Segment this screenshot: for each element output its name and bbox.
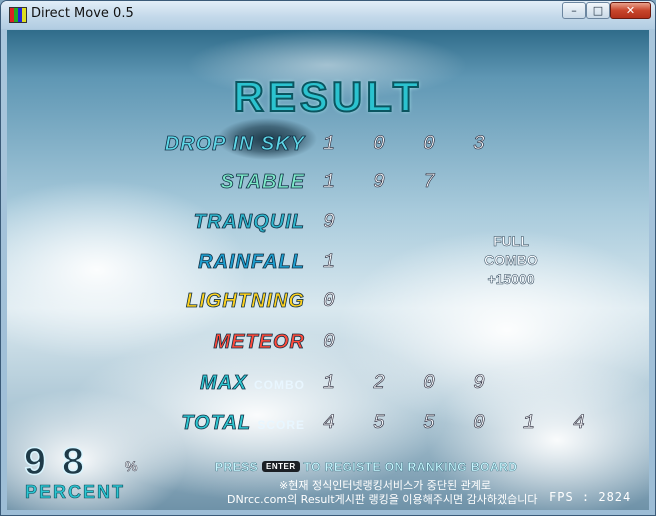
game-window: Direct Move 0.5 – □ ✕ RESULT DROP IN SKY… xyxy=(0,0,656,516)
maximize-icon: □ xyxy=(592,4,604,17)
row-label-meteor: METEOR xyxy=(213,331,305,354)
row-value-tranquil: 9 xyxy=(323,211,336,235)
row-value-total-score: 4 5 5 0 1 4 xyxy=(323,412,599,436)
result-title: RESULT xyxy=(233,72,423,121)
minimize-icon: – xyxy=(571,4,577,17)
row-value-meteor: 0 xyxy=(323,331,336,355)
percent-label: PERCENT xyxy=(25,482,126,503)
minimize-button[interactable]: – xyxy=(562,2,586,19)
fps-counter: FPS : 2824 xyxy=(549,490,632,504)
label-text: LIGHTNING xyxy=(186,290,305,313)
close-icon: ✕ xyxy=(625,4,636,17)
press-text: PRESS xyxy=(215,460,259,474)
label-small-text: SCORE xyxy=(257,418,305,432)
register-prompt: PRESS ENTER TO REGISTE ON RANKING BOARD xyxy=(215,460,517,474)
row-value-stable: 1 9 7 xyxy=(323,171,449,195)
label-text: DROP IN SKY xyxy=(164,133,305,156)
row-label-lightning: LIGHTNING xyxy=(186,290,305,313)
label-small-text: COMBO xyxy=(254,378,305,392)
enter-key-icon[interactable]: ENTER xyxy=(262,461,300,472)
row-label-stable: STABLE xyxy=(220,171,305,194)
row-label-drop-in-sky: DROP IN SKY xyxy=(164,133,305,156)
row-value-rainfall: 1 xyxy=(323,251,336,275)
label-text: MAX xyxy=(199,372,248,395)
row-value-lightning: 0 xyxy=(323,290,336,314)
window-title: Direct Move 0.5 xyxy=(31,6,134,21)
full-combo-badge: FULL COMBO +15000 xyxy=(455,232,567,289)
row-label-tranquil: TRANQUIL xyxy=(193,211,305,234)
app-icon[interactable] xyxy=(9,7,27,23)
label-text: RAINFALL xyxy=(198,251,305,274)
percent-value: 98 xyxy=(22,441,100,488)
label-text: STABLE xyxy=(220,171,305,194)
row-value-drop-in-sky: 1 0 0 3 xyxy=(323,133,499,157)
notice-line-2: DNrcc.com의 Result게시판 랭킹을 이용해주시면 감사하겠습니다 xyxy=(227,493,538,506)
close-button[interactable]: ✕ xyxy=(610,2,651,19)
maximize-button[interactable]: □ xyxy=(586,2,610,19)
label-text: TOTAL xyxy=(181,412,251,435)
full-combo-line2: COMBO xyxy=(484,252,538,269)
full-combo-bonus: +15000 xyxy=(487,271,535,288)
row-value-max-combo: 1 2 0 9 xyxy=(323,372,499,396)
game-canvas[interactable]: RESULT DROP IN SKY 1 0 0 3 STABLE 1 9 7 … xyxy=(7,30,649,510)
label-text: METEOR xyxy=(213,331,305,354)
row-label-max-combo: MAX COMBO xyxy=(200,372,305,395)
label-text: TRANQUIL xyxy=(193,211,305,234)
row-label-rainfall: RAINFALL xyxy=(198,251,305,274)
row-label-total-score: TOTAL SCORE xyxy=(181,412,305,435)
full-combo-line1: FULL xyxy=(493,233,529,250)
percent-sign: % xyxy=(125,458,138,474)
title-bar[interactable]: Direct Move 0.5 – □ ✕ xyxy=(1,1,655,29)
register-text: TO REGISTE ON RANKING BOARD xyxy=(303,460,518,474)
